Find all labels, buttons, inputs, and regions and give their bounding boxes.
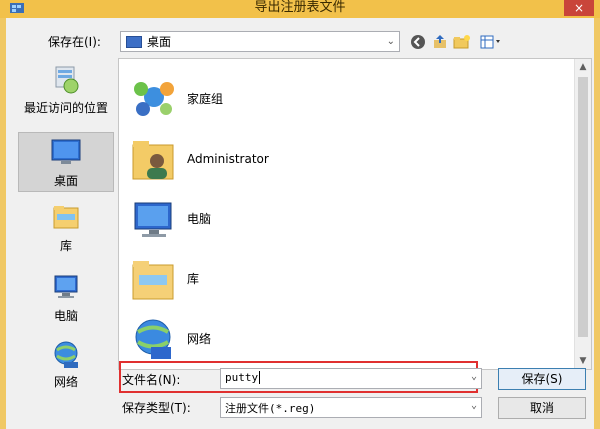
- list-item[interactable]: 库: [125, 251, 565, 307]
- up-folder-button[interactable]: [430, 32, 450, 52]
- place-library[interactable]: 库: [18, 202, 114, 258]
- view-menu-button[interactable]: [478, 32, 506, 52]
- computer-icon: [54, 275, 78, 298]
- desktop-icon: [126, 36, 142, 48]
- save-in-value: 桌面: [147, 35, 172, 49]
- chevron-down-icon[interactable]: ⌄: [471, 371, 477, 382]
- back-icon: [411, 35, 425, 49]
- filetype-value: 注册文件(*.reg): [225, 402, 316, 415]
- filename-field[interactable]: putty ⌄: [220, 368, 482, 389]
- cancel-button[interactable]: 取消: [498, 397, 586, 419]
- places-bar: 最近访问的位置 桌面 库 电脑 网络: [18, 60, 118, 410]
- chevron-down-icon: ⌄: [470, 400, 477, 411]
- place-network[interactable]: 网络: [18, 338, 114, 394]
- network-icon: [54, 341, 78, 368]
- filetype-dropdown[interactable]: 注册文件(*.reg) ⌄: [220, 397, 482, 418]
- library-icon: [53, 206, 79, 229]
- recent-places-icon: [55, 66, 79, 94]
- save-in-label: 保存在(I):: [48, 35, 101, 49]
- new-folder-icon: [453, 35, 470, 49]
- file-list[interactable]: 家庭组 Administrator 电脑 库 网络 ▲ ▼: [118, 58, 592, 370]
- filetype-label: 保存类型(T):: [122, 401, 191, 415]
- file-name: Administrator: [187, 152, 269, 166]
- filename-label: 文件名(N):: [122, 373, 181, 387]
- file-name: 库: [187, 272, 200, 286]
- place-label: 桌面: [53, 174, 78, 188]
- scroll-up-icon[interactable]: ▲: [575, 59, 591, 75]
- place-label: 最近访问的位置: [23, 101, 108, 115]
- up-folder-icon: [434, 35, 446, 48]
- save-dialog: 保存在(I): 桌面 ⌄ 最近访问的位置 桌面 库 电脑 网络 家庭组 Admi…: [6, 18, 594, 429]
- list-item[interactable]: 网络: [125, 311, 565, 367]
- filename-value: putty: [225, 371, 259, 384]
- save-button[interactable]: 保存(S): [498, 368, 586, 390]
- homegroup-icon: [134, 82, 174, 116]
- place-label: 库: [59, 239, 72, 253]
- scroll-down-icon[interactable]: ▼: [575, 353, 591, 369]
- desktop-icon: [51, 139, 81, 164]
- new-folder-button[interactable]: [452, 32, 472, 52]
- network-icon: [135, 319, 171, 359]
- list-item[interactable]: 家庭组: [125, 71, 565, 127]
- scrollbar[interactable]: ▲ ▼: [574, 59, 591, 369]
- window-title: 导出注册表文件: [254, 0, 346, 15]
- place-label: 网络: [53, 375, 78, 389]
- place-computer[interactable]: 电脑: [18, 272, 114, 328]
- list-item[interactable]: 电脑: [125, 191, 565, 247]
- title-bar: 导出注册表文件 ×: [0, 0, 600, 18]
- place-recent[interactable]: 最近访问的位置: [18, 64, 114, 120]
- chevron-down-icon: ⌄: [386, 36, 395, 47]
- place-label: 电脑: [53, 309, 78, 323]
- back-button[interactable]: [408, 32, 428, 52]
- user-folder-icon: [132, 141, 174, 180]
- scroll-thumb[interactable]: [578, 77, 588, 337]
- view-icon: [480, 35, 500, 49]
- close-button[interactable]: ×: [564, 0, 594, 16]
- file-name: 电脑: [187, 212, 212, 226]
- file-name: 家庭组: [187, 92, 224, 106]
- place-desktop[interactable]: 桌面: [18, 132, 114, 192]
- save-in-dropdown[interactable]: 桌面 ⌄: [120, 31, 400, 52]
- computer-icon: [134, 202, 172, 237]
- list-item[interactable]: Administrator: [125, 131, 565, 187]
- library-icon: [132, 261, 174, 300]
- file-name: 网络: [187, 332, 212, 346]
